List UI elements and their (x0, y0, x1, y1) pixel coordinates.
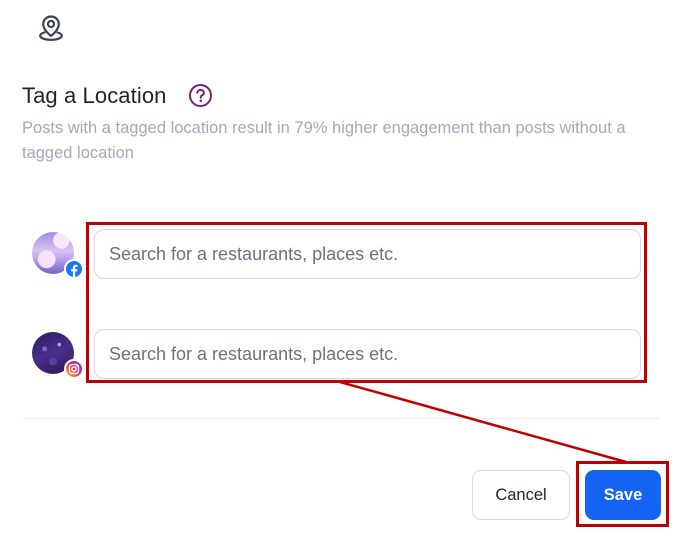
page-title: Tag a Location (22, 83, 167, 108)
save-button[interactable]: Save (585, 470, 661, 520)
facebook-icon (64, 259, 84, 279)
page-subtitle: Posts with a tagged location result in 7… (22, 119, 626, 162)
instagram-icon (64, 359, 84, 379)
facebook-location-search-input[interactable] (94, 229, 641, 279)
cancel-button[interactable]: Cancel (472, 470, 570, 520)
divider (22, 418, 660, 419)
instagram-location-search-input[interactable] (94, 329, 641, 379)
map-pin-icon (39, 15, 63, 41)
question-circle-icon[interactable] (188, 83, 213, 108)
